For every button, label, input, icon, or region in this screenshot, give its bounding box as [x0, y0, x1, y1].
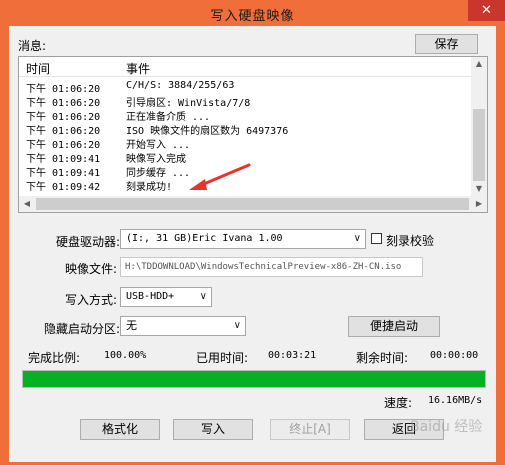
log-time: 下午 01:09:41	[26, 168, 101, 179]
scroll-down-arrow-icon[interactable]: ▼	[471, 182, 487, 196]
baidu-watermark: Baidu 经验	[410, 419, 483, 435]
title-bar[interactable]: 写入硬盘映像 ✕	[0, 0, 505, 26]
log-header: 时间 事件	[19, 57, 471, 77]
close-icon: ✕	[481, 3, 492, 18]
window-frame-right	[496, 26, 505, 465]
log-row: 下午 01:06:20 开始写入 ...	[19, 136, 471, 151]
stop-button[interactable]: 终止[A]	[270, 419, 350, 440]
speed-label: 速度:	[384, 396, 413, 410]
chevron-down-icon: ∨	[353, 233, 361, 244]
remaining-time-label: 剩余时间:	[356, 351, 409, 365]
drive-select[interactable]: (I:, 31 GB)Eric Ivana 1.00 ∨	[120, 229, 366, 249]
log-event: C/H/S: 3884/255/63	[126, 80, 235, 91]
log-event: 正在准备介质 ...	[126, 112, 211, 123]
log-time: 下午 01:06:20	[26, 112, 101, 123]
save-button[interactable]: 保存	[415, 34, 478, 54]
log-time: 下午 01:06:20	[26, 126, 101, 137]
remaining-time-value: 00:00:00	[430, 350, 479, 361]
hidden-partition-label: 隐藏启动分区:	[44, 322, 121, 336]
vertical-scroll-thumb[interactable]	[473, 109, 485, 181]
window-title: 写入硬盘映像	[210, 9, 295, 24]
verify-label[interactable]: 刻录校验	[386, 232, 434, 249]
hidden-partition-value: 无	[126, 319, 137, 332]
elapsed-time-value: 00:03:21	[268, 350, 317, 361]
complete-ratio-label: 完成比例:	[28, 351, 81, 365]
drive-value: (I:, 31 GB)Eric Ivana 1.00	[126, 233, 283, 244]
write-disk-image-dialog: 写入硬盘映像 ✕ 消息: 保存 时间 事件 下午 01:06:20 C/H/S:…	[0, 0, 505, 465]
log-horizontal-scrollbar[interactable]: ◀ ▶	[19, 196, 487, 212]
write-method-label: 写入方式:	[65, 293, 118, 307]
log-time: 下午 01:06:20	[26, 140, 101, 151]
drive-label: 硬盘驱动器:	[56, 235, 121, 249]
log-event: 映像写入完成	[126, 154, 186, 165]
log-event: 开始写入 ...	[126, 140, 191, 151]
speed-value: 16.16MB/s	[428, 395, 483, 406]
chevron-down-icon: ∨	[233, 320, 241, 331]
chevron-down-icon: ∨	[199, 291, 207, 302]
window-frame-left	[0, 26, 9, 465]
write-method-select[interactable]: USB-HDD+ ∨	[120, 287, 212, 307]
image-file-path-field[interactable]: H:\TDDOWNLOAD\WindowsTechnicalPreview-x8…	[120, 257, 423, 277]
scroll-left-arrow-icon[interactable]: ◀	[19, 196, 35, 212]
complete-ratio-value: 100.00%	[104, 350, 147, 361]
log-time: 下午 01:06:20	[26, 84, 101, 95]
log-event: 刻录成功!	[126, 182, 173, 193]
log-time: 下午 01:09:41	[26, 154, 101, 165]
write-method-value: USB-HDD+	[126, 291, 175, 302]
hidden-partition-select[interactable]: 无 ∨	[120, 316, 246, 336]
close-button[interactable]: ✕	[468, 0, 505, 21]
log-event: ISO 映像文件的扇区数为 6497376	[126, 126, 289, 137]
column-header-event: 事件	[126, 62, 151, 76]
format-button[interactable]: 格式化	[80, 419, 160, 440]
quick-boot-button[interactable]: 便捷启动	[348, 316, 440, 337]
red-arrow-annotation-icon	[189, 163, 251, 190]
log-row: 下午 01:06:20 C/H/S: 3884/255/63	[19, 80, 471, 95]
elapsed-time-label: 已用时间:	[196, 351, 249, 365]
scroll-up-arrow-icon[interactable]: ▲	[471, 57, 487, 71]
log-row: 下午 01:06:20 正在准备介质 ...	[19, 108, 471, 123]
progress-fill	[23, 371, 485, 387]
verify-checkbox[interactable]	[371, 233, 382, 244]
image-file-label: 映像文件:	[65, 262, 118, 276]
write-button[interactable]: 写入	[173, 419, 253, 440]
log-event: 同步缓存 ...	[126, 168, 191, 179]
log-row: 下午 01:06:20 ISO 映像文件的扇区数为 6497376	[19, 122, 471, 137]
write-progress-bar	[22, 370, 486, 388]
log-vertical-scrollbar[interactable]: ▲ ▼	[471, 57, 487, 196]
scroll-right-arrow-icon[interactable]: ▶	[471, 196, 487, 212]
log-time: 下午 01:06:20	[26, 98, 101, 109]
log-event: 引导扇区: WinVista/7/8	[126, 98, 251, 109]
horizontal-scroll-thumb[interactable]	[36, 198, 469, 210]
log-row: 下午 01:06:20 引导扇区: WinVista/7/8	[19, 94, 471, 109]
column-header-time: 时间	[26, 62, 51, 76]
log-time: 下午 01:09:42	[26, 182, 101, 193]
messages-label: 消息:	[18, 39, 47, 53]
